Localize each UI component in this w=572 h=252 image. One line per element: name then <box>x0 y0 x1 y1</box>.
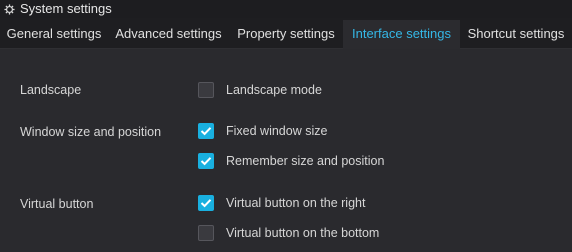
tab-property-settings[interactable]: Property settings <box>229 20 343 48</box>
tab-shortcut-settings[interactable]: Shortcut settings <box>460 20 572 48</box>
landscape-mode-checkbox[interactable] <box>198 82 214 98</box>
fixed-window-size-checkbox[interactable] <box>198 123 214 139</box>
virtual-button-bottom-label: Virtual button on the bottom <box>226 226 380 240</box>
window-size-label: Window size and position <box>20 125 162 139</box>
system-settings-window: System settings General settings Advance… <box>0 0 572 252</box>
remember-size-option[interactable]: Remember size and position <box>198 152 384 170</box>
remember-size-label: Remember size and position <box>226 154 385 168</box>
tab-advanced-settings[interactable]: Advanced settings <box>108 20 229 48</box>
landscape-mode-label: Landscape mode <box>226 83 322 97</box>
window-title: System settings <box>20 1 112 16</box>
check-icon <box>200 127 212 136</box>
virtual-button-right-checkbox[interactable] <box>198 195 214 211</box>
title-bar[interactable]: System settings <box>0 0 572 18</box>
fixed-window-size-label: Fixed window size <box>226 124 328 138</box>
interface-settings-panel: Landscape Landscape mode Window size and… <box>0 49 572 252</box>
virtual-button-bottom-checkbox[interactable] <box>198 225 214 241</box>
virtual-button-label: Virtual button <box>20 197 94 211</box>
check-icon <box>200 199 212 208</box>
virtual-button-right-label: Virtual button on the right <box>226 196 366 210</box>
virtual-button-right-option[interactable]: Virtual button on the right <box>198 194 365 212</box>
remember-size-checkbox[interactable] <box>198 153 214 169</box>
check-icon <box>200 157 212 166</box>
landscape-mode-option[interactable]: Landscape mode <box>198 81 322 99</box>
tab-bar: General settings Advanced settings Prope… <box>0 18 572 49</box>
fixed-window-size-option[interactable]: Fixed window size <box>198 122 327 140</box>
virtual-button-bottom-option[interactable]: Virtual button on the bottom <box>198 224 379 242</box>
tab-interface-settings[interactable]: Interface settings <box>343 20 460 49</box>
tab-general-settings[interactable]: General settings <box>0 20 108 48</box>
landscape-label: Landscape <box>20 83 82 97</box>
gear-icon <box>3 3 15 15</box>
